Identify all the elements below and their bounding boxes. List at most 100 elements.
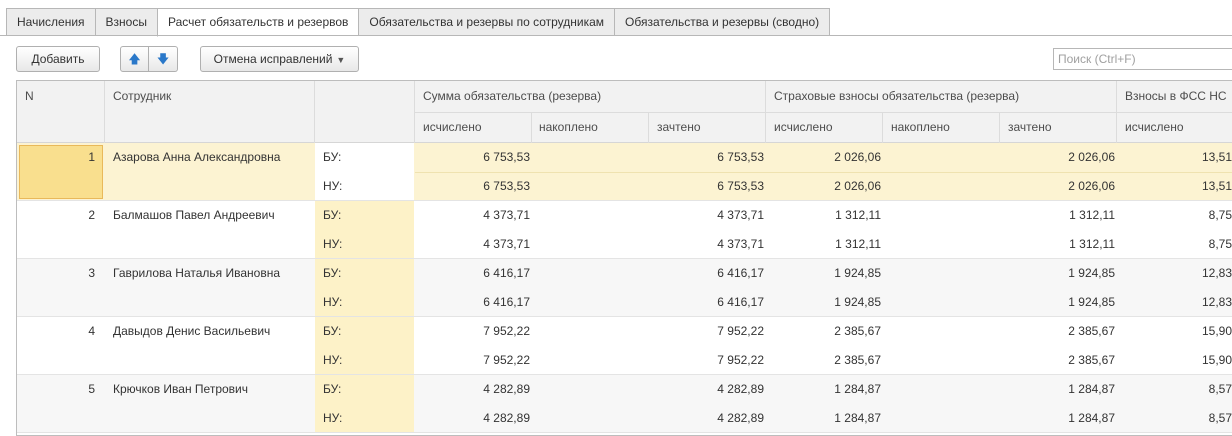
header-sum-calc[interactable]: исчислено [423,120,482,134]
header-divider [104,81,105,143]
amount-cell[interactable]: 1 312,11 [771,208,881,222]
amount-cell[interactable]: 6 416,17 [420,266,530,280]
chevron-down-icon: ▼ [336,55,346,65]
header-ins-calc[interactable]: исчислено [774,120,833,134]
amount-cell[interactable]: 1 924,85 [1005,266,1115,280]
amount-cell[interactable]: 4 373,71 [654,237,764,251]
amount-cell[interactable]: 2 385,67 [1005,324,1115,338]
amount-cell[interactable]: 1 284,87 [771,382,881,396]
employee-name[interactable]: Балмашов Павел Андреевич [113,208,275,222]
table-row[interactable]: 2 Балмашов Павел Андреевич БУ: 4 373,71 4 37… [17,201,1232,259]
tab-liabilities-summary[interactable]: Обязательства и резервы (сводно) [614,8,831,36]
amount-cell[interactable]: 6 753,53 [654,179,764,193]
amount-cell[interactable]: 1 924,85 [771,266,881,280]
header-sum-group[interactable]: Сумма обязательства (резерва) [423,89,601,103]
amount-cell[interactable]: 8,75 [1122,208,1232,222]
header-sum-accum[interactable]: накоплено [539,120,598,134]
employee-name[interactable]: Давыдов Денис Васильевич [113,324,270,338]
header-fss-calc[interactable]: исчислено [1125,120,1184,134]
amount-cell[interactable]: 1 312,11 [771,237,881,251]
amount-cell[interactable]: 4 373,71 [420,237,530,251]
table-row[interactable]: 5 Крючков Иван Петрович БУ: 4 282,89 4 282,8… [17,375,1232,433]
amount-cell[interactable]: 4 282,89 [420,382,530,396]
move-up-button[interactable]: 🡅 [120,46,149,72]
table-row[interactable]: 4 Давыдов Денис Васильевич БУ: 7 952,22 7 95… [17,317,1232,375]
amount-cell[interactable]: 7 952,22 [420,353,530,367]
amount-cell[interactable]: 1 284,87 [1005,382,1115,396]
amount-cell[interactable]: 1 284,87 [771,411,881,425]
table-row[interactable]: 1 Азарова Анна Александровна БУ: 6 753,53 6 … [17,143,1232,201]
tab-divider [0,35,1232,36]
amount-cell[interactable]: 8,57 [1122,411,1232,425]
amount-cell[interactable]: 4 282,89 [420,411,530,425]
amount-cell[interactable]: 13,51 [1122,179,1232,193]
amount-cell[interactable]: 1 312,11 [1005,208,1115,222]
amount-cell[interactable]: 1 312,11 [1005,237,1115,251]
employee-name[interactable]: Азарова Анна Александровна [113,150,280,164]
tab-bar: Начисления Взносы Расчет обязательств и … [6,8,831,37]
amount-cell[interactable]: 6 753,53 [654,150,764,164]
amount-cell[interactable]: 2 385,67 [771,353,881,367]
amount-cell[interactable]: 1 924,85 [1005,295,1115,309]
amount-cell[interactable]: 12,83 [1122,295,1232,309]
employee-name[interactable]: Крючков Иван Петрович [113,382,248,396]
liabilities-table[interactable]: N Сотрудник Сумма обязательства (резерва… [16,80,1232,436]
amount-cell[interactable]: 6 416,17 [654,266,764,280]
amount-cell[interactable]: 1 924,85 [771,295,881,309]
amount-cell[interactable]: 6 416,17 [420,295,530,309]
amount-cell[interactable]: 4 282,89 [654,411,764,425]
amount-cell[interactable]: 2 385,67 [1005,353,1115,367]
amount-cell[interactable]: 4 373,71 [420,208,530,222]
search-input[interactable] [1053,48,1232,70]
amount-cell[interactable]: 2 026,06 [1005,150,1115,164]
header-employee[interactable]: Сотрудник [113,89,171,103]
header-insurance-group[interactable]: Страховые взносы обязательства (резерва) [774,89,1019,103]
row-number[interactable]: 3 [17,266,95,280]
amount-cell[interactable]: 8,57 [1122,382,1232,396]
amount-cell[interactable]: 15,90 [1122,324,1232,338]
tab-accruals[interactable]: Начисления [6,8,95,36]
header-divider [882,112,883,143]
header-sum-offset[interactable]: зачтено [657,120,701,134]
employee-name[interactable]: Гаврилова Наталья Ивановна [113,266,280,280]
move-down-button[interactable]: 🡇 [149,46,178,72]
header-divider [999,112,1000,143]
amount-cell[interactable]: 8,75 [1122,237,1232,251]
accounting-type-label: НУ: [323,179,343,193]
tab-contributions[interactable]: Взносы [94,8,157,36]
amount-cell[interactable]: 4 373,71 [654,208,764,222]
table-header: N Сотрудник Сумма обязательства (резерва… [17,81,1232,143]
row-number[interactable]: 4 [17,324,95,338]
header-divider [531,112,532,143]
row-number[interactable]: 2 [17,208,95,222]
amount-cell[interactable]: 6 416,17 [654,295,764,309]
amount-cell[interactable]: 7 952,22 [654,324,764,338]
amount-cell[interactable]: 2 026,06 [771,179,881,193]
row-number[interactable]: 5 [17,382,95,396]
amount-cell[interactable]: 13,51 [1122,150,1232,164]
amount-cell[interactable]: 7 952,22 [654,353,764,367]
header-ins-offset[interactable]: зачтено [1008,120,1052,134]
amount-cell[interactable]: 6 753,53 [420,179,530,193]
row-number[interactable]: 1 [17,150,95,164]
accounting-type-label: НУ: [323,237,343,251]
amount-cell[interactable]: 2 026,06 [771,150,881,164]
add-button[interactable]: Добавить [16,46,100,72]
cancel-corrections-button[interactable]: Отмена исправлений ▼ [200,46,359,72]
amount-cell[interactable]: 2 026,06 [1005,179,1115,193]
table-row[interactable]: 3 Гаврилова Наталья Ивановна БУ: 6 416,17 6 … [17,259,1232,317]
amount-cell[interactable]: 4 282,89 [654,382,764,396]
amount-cell[interactable]: 15,90 [1122,353,1232,367]
header-ins-accum[interactable]: накоплено [891,120,950,134]
amount-cell[interactable]: 2 385,67 [771,324,881,338]
tab-liabilities-calculation[interactable]: Расчет обязательств и резервов [156,8,359,37]
amount-cell[interactable]: 7 952,22 [420,324,530,338]
header-n[interactable]: N [25,89,34,103]
amount-cell[interactable]: 1 284,87 [1005,411,1115,425]
header-divider [314,81,315,143]
amount-cell[interactable]: 12,83 [1122,266,1232,280]
header-fss-group[interactable]: Взносы в ФСС НС [1125,89,1227,103]
amount-cell[interactable]: 6 753,53 [420,150,530,164]
tab-liabilities-by-employee[interactable]: Обязательства и резервы по сотрудникам [358,8,615,36]
accounting-type-label: БУ: [323,382,342,396]
